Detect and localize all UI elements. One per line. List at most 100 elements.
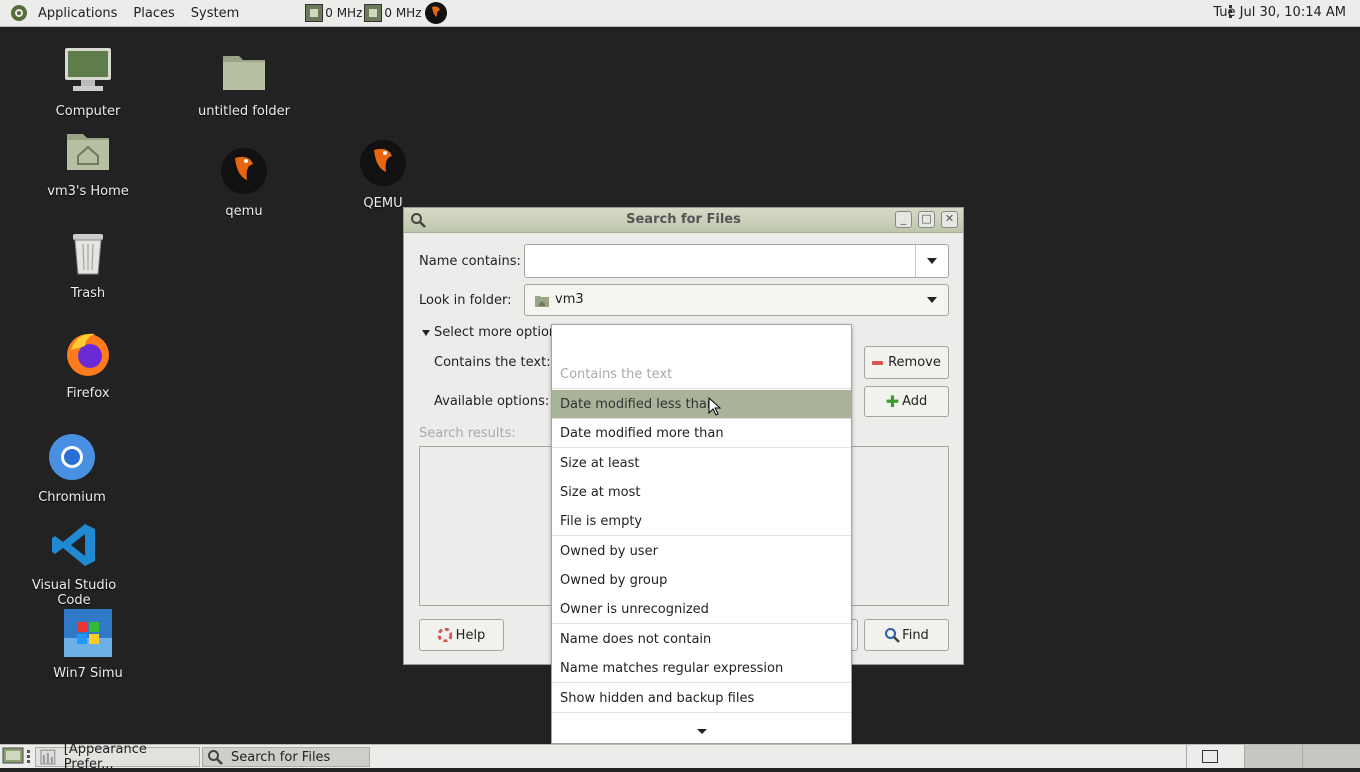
expander-arrow-icon bbox=[422, 329, 430, 336]
close-button[interactable]: ✕ bbox=[941, 211, 958, 228]
search-icon bbox=[208, 750, 223, 765]
desktop-icon-chromium[interactable]: Chromium bbox=[12, 432, 132, 505]
available-options-dropdown[interactable]: Contains the text Date modified less tha… bbox=[551, 324, 852, 744]
remove-button[interactable]: Remove bbox=[864, 346, 949, 379]
show-desktop-icon[interactable] bbox=[2, 746, 24, 766]
clock[interactable]: Tue Jul 30, 10:14 AM bbox=[1213, 5, 1346, 20]
qemu-icon bbox=[360, 140, 406, 186]
find-button-label: Find bbox=[902, 627, 929, 643]
minimize-button[interactable]: _ bbox=[895, 211, 912, 228]
add-button-label: Add bbox=[902, 394, 928, 409]
chevron-down-icon[interactable] bbox=[927, 258, 937, 264]
task-label: Search for Files bbox=[231, 749, 331, 765]
desktop-icon-vscode[interactable]: Visual Studio Code bbox=[14, 520, 134, 608]
computer-icon bbox=[65, 48, 111, 91]
firefox-icon bbox=[67, 333, 109, 376]
dropdown-placeholder: Contains the text bbox=[552, 360, 851, 389]
win7-simu-icon bbox=[64, 609, 112, 657]
look-in-folder-value: vm3 bbox=[555, 292, 584, 307]
desktop-icon-label: Computer bbox=[55, 104, 121, 119]
option-owner-is-unrecognized[interactable]: Owner is unrecognized bbox=[552, 595, 851, 624]
select-more-options-label: Select more options bbox=[434, 325, 564, 340]
taskbar-item-search-for-files[interactable]: Search for Files bbox=[202, 747, 370, 767]
applications-menu-icon[interactable] bbox=[10, 4, 28, 22]
desktop-icon-trash[interactable]: Trash bbox=[28, 228, 148, 301]
remove-icon bbox=[872, 360, 884, 365]
option-show-hidden-backup[interactable]: Show hidden and backup files bbox=[552, 684, 851, 713]
desktop-icon-firefox[interactable]: Firefox bbox=[28, 328, 148, 401]
chromium-icon bbox=[49, 434, 95, 480]
option-date-modified-more-than[interactable]: Date modified more than bbox=[552, 419, 851, 448]
option-date-modified-less-than[interactable]: Date modified less than bbox=[552, 390, 851, 419]
workspace-window-icon bbox=[1202, 750, 1218, 763]
desktop-icon-label: Trash bbox=[70, 286, 106, 301]
menu-applications[interactable]: Applications bbox=[30, 6, 125, 21]
look-in-folder-combo[interactable]: vm3 bbox=[524, 284, 949, 316]
desktop-icon-label: Win7 Simu bbox=[53, 666, 123, 681]
home-folder-icon bbox=[67, 134, 109, 170]
desktop-icon-win7-simu[interactable]: Win7 Simu bbox=[28, 608, 148, 681]
chevron-down-icon bbox=[927, 297, 937, 303]
desktop-icon-computer[interactable]: Computer bbox=[28, 46, 148, 119]
window-title: Search for Files bbox=[626, 212, 741, 227]
bottom-panel: [Appearance Prefer... Search for Files bbox=[0, 742, 1360, 772]
cpu-chip-icon bbox=[364, 4, 383, 22]
trash-icon bbox=[73, 234, 103, 275]
cpu-freq-value: 0 MHz bbox=[384, 6, 422, 20]
contains-text-label: Contains the text: bbox=[434, 355, 551, 370]
option-owned-by-group[interactable]: Owned by group bbox=[552, 566, 851, 595]
mouse-cursor-icon bbox=[708, 397, 722, 416]
option-name-does-not-contain[interactable]: Name does not contain bbox=[552, 625, 851, 654]
option-size-at-most[interactable]: Size at most bbox=[552, 478, 851, 507]
taskbar-item-appearance[interactable]: [Appearance Prefer... bbox=[35, 742, 200, 772]
vscode-icon bbox=[52, 524, 95, 566]
desktop-icon-label: Visual Studio Code bbox=[31, 578, 117, 608]
desktop-icon-qemu[interactable]: qemu bbox=[184, 146, 304, 219]
find-button[interactable]: Find bbox=[864, 619, 949, 651]
top-panel: Applications Places System 0 MHz 0 MHz T… bbox=[0, 0, 1360, 27]
maximize-button[interactable]: □ bbox=[918, 211, 935, 228]
workspace-3[interactable] bbox=[1302, 745, 1360, 768]
available-options-label: Available options: bbox=[434, 394, 550, 409]
add-button[interactable]: ✚ Add bbox=[864, 386, 949, 417]
search-icon bbox=[885, 628, 901, 643]
workspace-1[interactable] bbox=[1186, 745, 1244, 768]
help-icon bbox=[437, 628, 452, 642]
home-folder-icon bbox=[535, 296, 549, 307]
desktop-icon-qemu-app[interactable]: QEMU bbox=[323, 138, 443, 211]
option-file-is-empty[interactable]: File is empty bbox=[552, 507, 851, 536]
remove-button-label: Remove bbox=[888, 355, 941, 370]
look-in-folder-label: Look in folder: bbox=[419, 293, 512, 308]
cpu-freq-value: 0 MHz bbox=[325, 6, 363, 20]
cpu-chip-icon bbox=[305, 4, 324, 22]
desktop-icon-untitled-folder[interactable]: untitled folder bbox=[184, 46, 304, 119]
select-more-options-expander[interactable]: Select more options bbox=[422, 325, 564, 340]
menu-places[interactable]: Places bbox=[125, 6, 182, 21]
desktop-icon-label: untitled folder bbox=[197, 104, 290, 119]
workspace-2[interactable] bbox=[1244, 745, 1302, 768]
appearance-icon bbox=[40, 749, 56, 765]
cpu-freq-monitor-1[interactable]: 0 MHz bbox=[305, 4, 362, 22]
folder-icon bbox=[223, 56, 265, 90]
scroll-down-icon[interactable] bbox=[697, 729, 707, 734]
help-button[interactable]: Help bbox=[419, 619, 504, 651]
window-titlebar[interactable]: Search for Files _ □ ✕ bbox=[404, 208, 963, 233]
name-contains-label: Name contains: bbox=[419, 254, 521, 269]
taskbar-handle[interactable] bbox=[27, 750, 30, 764]
option-size-at-least[interactable]: Size at least bbox=[552, 449, 851, 478]
option-name-matches-regex[interactable]: Name matches regular expression bbox=[552, 654, 851, 683]
desktop-icon-label: Chromium bbox=[38, 490, 106, 505]
name-contains-field[interactable] bbox=[524, 244, 949, 278]
desktop-icon-label: qemu bbox=[225, 204, 263, 219]
desktop-icon-label: Firefox bbox=[66, 386, 110, 401]
desktop-icon-label: vm3's Home bbox=[47, 184, 129, 199]
qemu-launcher-icon[interactable] bbox=[424, 1, 448, 25]
help-button-label: Help bbox=[455, 627, 486, 643]
add-icon: ✚ bbox=[885, 392, 900, 411]
qemu-icon bbox=[221, 148, 267, 194]
option-owned-by-user[interactable]: Owned by user bbox=[552, 537, 851, 566]
cpu-freq-monitor-2[interactable]: 0 MHz bbox=[364, 4, 422, 22]
search-results-label: Search results: bbox=[419, 426, 516, 441]
desktop-icon-home[interactable]: vm3's Home bbox=[28, 126, 148, 199]
menu-system[interactable]: System bbox=[183, 6, 247, 21]
